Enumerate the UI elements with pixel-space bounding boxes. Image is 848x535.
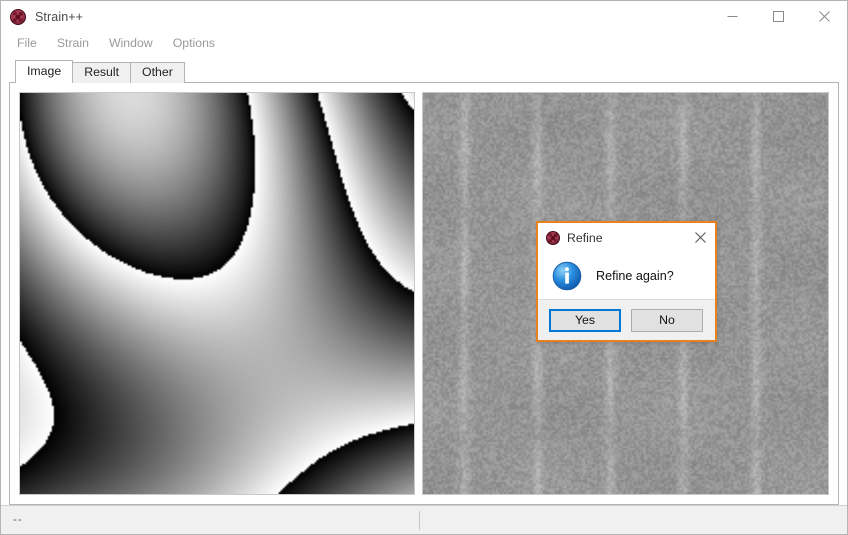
application-window: Strain++ File Strain Window Options Imag… (0, 0, 848, 535)
status-separator (419, 511, 420, 530)
no-button[interactable]: No (631, 309, 703, 332)
dialog-close-button[interactable] (685, 223, 715, 252)
dialog-title-bar: Refine (538, 223, 715, 252)
strainpp-logo-icon (546, 231, 560, 245)
window-title: Strain++ (35, 10, 83, 24)
tab-image[interactable]: Image (15, 60, 73, 83)
dialog-body: Refine again? (538, 252, 715, 300)
phase-image-panel[interactable] (19, 92, 415, 495)
information-icon (551, 260, 583, 292)
phase-image-canvas (20, 93, 414, 494)
tab-other[interactable]: Other (130, 62, 185, 83)
menu-item-options[interactable]: Options (163, 34, 225, 52)
status-text: -- (13, 514, 23, 526)
dialog-button-row: Yes No (538, 300, 715, 340)
close-button[interactable] (801, 1, 847, 32)
tab-strip: Image Result Other (9, 60, 839, 83)
yes-button[interactable]: Yes (549, 309, 621, 332)
minimize-button[interactable] (709, 1, 755, 32)
status-bar: -- (1, 505, 847, 534)
window-controls (709, 1, 847, 32)
dialog-message: Refine again? (596, 269, 674, 283)
title-bar: Strain++ (1, 1, 847, 32)
menu-item-strain[interactable]: Strain (47, 34, 99, 52)
menu-item-file[interactable]: File (7, 34, 47, 52)
menu-bar: File Strain Window Options (1, 32, 847, 54)
refine-dialog: Refine Refine again? Yes No (536, 221, 717, 342)
tab-result[interactable]: Result (72, 62, 131, 83)
dialog-title: Refine (567, 231, 603, 245)
strainpp-logo-icon (10, 9, 26, 25)
menu-item-window[interactable]: Window (99, 34, 163, 52)
tab-area: Image Result Other (1, 54, 847, 505)
maximize-button[interactable] (755, 1, 801, 32)
